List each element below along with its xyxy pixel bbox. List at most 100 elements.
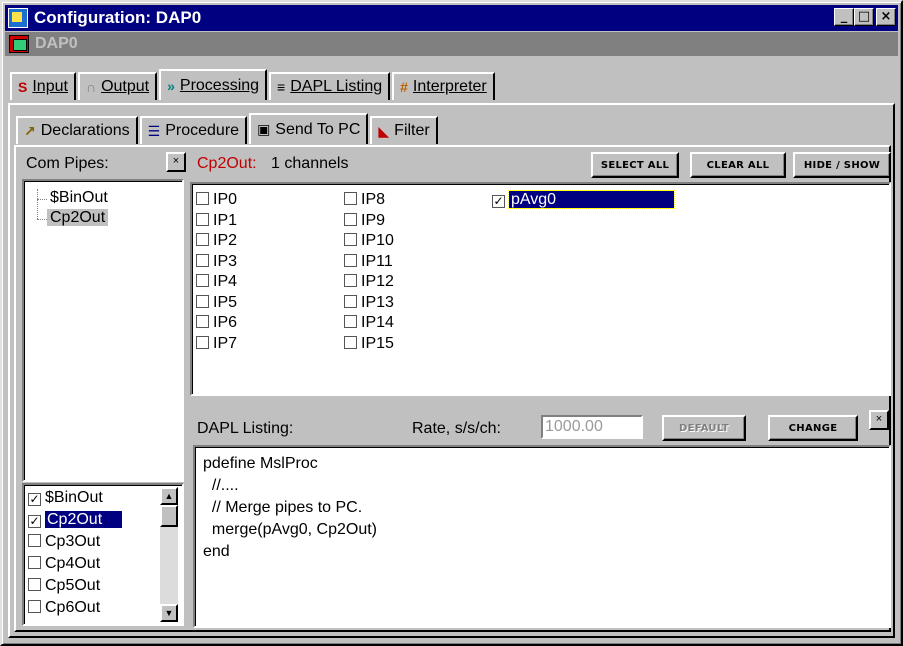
hide-show-button[interactable]: HIDE / SHOW — [793, 152, 891, 178]
checkbox[interactable] — [196, 294, 209, 308]
tab-label: Processing — [179, 76, 260, 94]
tab-filter[interactable]: ◣ Filter — [370, 116, 438, 144]
window-title: Configuration: DAP0 — [34, 8, 202, 27]
checkbox[interactable] — [196, 315, 209, 328]
sub-tab-row: ↗ Declarations ☰ Procedure ▣ Send To PC ◣ Filte… — [16, 113, 440, 144]
clear-all-button[interactable]: CLEAR ALL — [690, 152, 786, 178]
select-all-button[interactable]: SELECT ALL — [591, 152, 679, 178]
checkbox[interactable] — [344, 253, 357, 267]
tree-item-binout[interactable]: $BinOut — [50, 189, 108, 207]
main-tab-row: S Input ∩ Output» Processing ≡ DAPL Listing # In… — [10, 69, 497, 100]
checkbox[interactable]: ✓ — [28, 493, 41, 506]
channel-item[interactable]: IP15 — [344, 334, 394, 354]
checkbox[interactable] — [28, 578, 41, 591]
scroll-thumb[interactable] — [160, 505, 178, 527]
device-icon — [9, 35, 29, 53]
channel-item[interactable]: IP2 — [196, 231, 237, 251]
channel-item[interactable]: IP3 — [196, 252, 237, 272]
pipe-list-item[interactable]: Cp6Out — [26, 597, 156, 619]
checkbox[interactable] — [344, 233, 357, 246]
minimize-button[interactable]: _ — [834, 8, 854, 26]
checkbox[interactable] — [344, 294, 357, 308]
checkbox[interactable]: ✓ — [492, 195, 505, 208]
dapl-code-view[interactable]: pdefine MslProc //.... // Merge pipes to… — [193, 445, 891, 628]
pipe-list-item[interactable]: ✓ $BinOut — [26, 487, 156, 509]
pipe-list-scrollbar[interactable]: ▲ ▼ — [160, 487, 178, 622]
change-button[interactable]: CHANGE — [768, 415, 858, 441]
maximize-button[interactable]: □ — [854, 8, 874, 26]
tab-procedure[interactable]: ☰ Procedure — [139, 116, 248, 144]
channel-item[interactable]: IP5 — [196, 293, 237, 313]
pipe-list-item[interactable]: Cp3Out — [26, 531, 156, 553]
channel-item[interactable]: IP1 — [196, 211, 237, 231]
tab-input[interactable]: S Input — [10, 72, 76, 100]
channel-item[interactable]: IP6 — [196, 313, 237, 333]
channel-label: IP2 — [213, 232, 238, 249]
checkbox[interactable] — [196, 192, 209, 205]
tab-label: Output — [101, 78, 150, 95]
checkbox[interactable] — [28, 534, 41, 547]
tab-send-to-pc[interactable]: ▣ Send To PC — [249, 113, 369, 144]
close-button[interactable]: × — [876, 8, 896, 26]
checkbox[interactable] — [196, 335, 209, 349]
channel-item[interactable]: IP8 — [344, 190, 385, 210]
pipe-list-label: Cp3Out — [45, 533, 101, 550]
channel-item[interactable]: IP12 — [344, 272, 394, 292]
title-bar[interactable]: Configuration: DAP0 _ □ × — [5, 5, 898, 31]
checkbox[interactable] — [344, 192, 357, 205]
checkbox[interactable] — [344, 335, 357, 349]
tab-label: Procedure — [165, 122, 240, 139]
tree-item-cp2out[interactable]: Cp2Out — [47, 209, 109, 227]
checkbox[interactable] — [28, 556, 41, 569]
com-pipes-checklist[interactable]: ✓ $BinOut ✓ Cp2Out Cp3Out Cp4Out Cp5Out Cp6Out … — [22, 483, 184, 626]
device-name: DAP0 — [35, 35, 78, 52]
rate-input[interactable]: 1000.00 — [541, 415, 643, 439]
checkbox[interactable]: ✓ — [28, 515, 41, 528]
tab-declarations[interactable]: ↗ Declarations — [16, 116, 138, 144]
declarations-icon: ↗ — [24, 122, 36, 139]
channel-item[interactable]: IP11 — [344, 252, 393, 272]
checkbox[interactable] — [344, 315, 357, 328]
tab-processing[interactable]: » Processing — [159, 69, 268, 100]
dapl-close-button[interactable]: × — [869, 410, 889, 430]
tab-dapl-listing[interactable]: ≡ DAPL Listing — [269, 72, 391, 100]
pipe-list-label: Cp4Out — [45, 555, 101, 572]
checkbox[interactable] — [344, 212, 357, 226]
channel-item[interactable]: IP0 — [196, 190, 237, 210]
checkbox[interactable] — [196, 253, 209, 267]
pipe-list-label: Cp5Out — [45, 577, 101, 594]
channel-label: IP1 — [213, 211, 238, 229]
channel-item[interactable]: IP7 — [196, 334, 237, 354]
checkbox[interactable] — [196, 212, 209, 226]
default-button[interactable]: DEFAULT — [662, 415, 746, 441]
channel-item[interactable]: IP14 — [344, 313, 394, 333]
tab-interpreter[interactable]: # Interpreter — [392, 72, 495, 100]
pipe-list-item[interactable]: Cp4Out — [26, 553, 156, 575]
pipe-list-label: Cp6Out — [45, 599, 101, 616]
scroll-down-arrow-icon[interactable]: ▼ — [160, 604, 178, 622]
com-pipes-close-button[interactable]: × — [166, 152, 186, 172]
checkbox[interactable] — [344, 274, 357, 287]
channel-item[interactable]: IP10 — [344, 231, 394, 251]
channel-item[interactable]: IP13 — [344, 293, 394, 313]
app-icon[interactable] — [8, 8, 28, 28]
dapl-listing-icon: ≡ — [277, 79, 286, 95]
code-line: // Merge pipes to PC. — [203, 499, 363, 516]
channel-label: IP9 — [361, 211, 386, 229]
channel-grid[interactable]: IP0 IP1 IP2 IP3 IP4 IP5 IP6 IP7 IP8 IP9 IP10 IP11 IP… — [190, 182, 891, 396]
checkbox[interactable] — [196, 274, 209, 287]
channel-item[interactable]: IP4 — [196, 272, 237, 292]
scroll-up-arrow-icon[interactable]: ▲ — [160, 487, 178, 505]
channel-item[interactable]: ✓ pAvg0 — [492, 190, 676, 210]
pipe-list-item[interactable]: ✓ Cp2Out — [26, 509, 156, 531]
com-pipes-tree[interactable]: $BinOut Cp2Out — [22, 179, 184, 482]
pipe-name-label: Cp2Out: 1 channels — [197, 155, 348, 173]
tab-output[interactable]: ∩ Output — [77, 72, 158, 100]
checkbox[interactable] — [28, 600, 41, 613]
com-pipes-label: Com Pipes: — [26, 155, 109, 172]
pipe-list-item[interactable]: Cp5Out — [26, 575, 156, 597]
code-line: merge(pAvg0, Cp2Out) — [203, 521, 378, 538]
checkbox[interactable] — [196, 233, 209, 246]
channel-label: IP0 — [213, 191, 238, 208]
channel-item[interactable]: IP9 — [344, 211, 385, 231]
